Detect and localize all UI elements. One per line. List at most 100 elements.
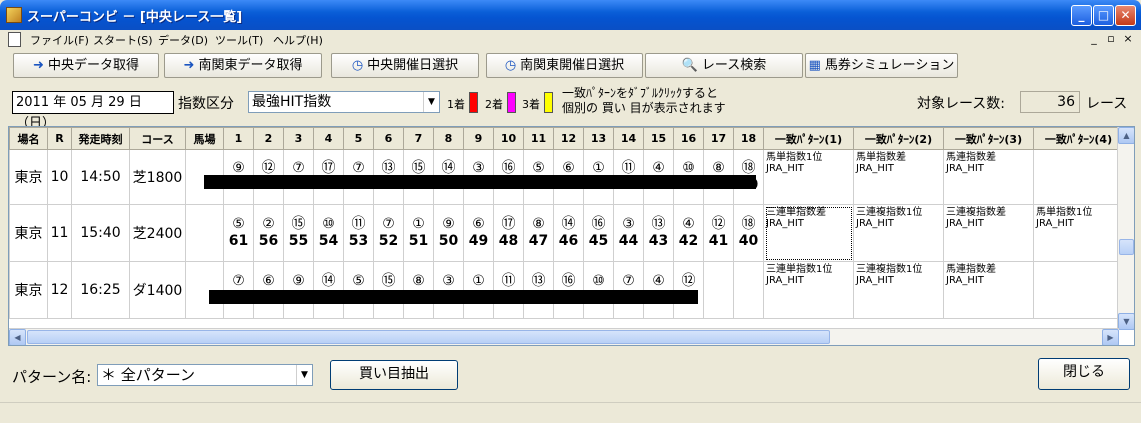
legend-second-swatch bbox=[507, 92, 516, 113]
horse-score-cell: ④ 42 bbox=[673, 204, 704, 262]
scroll-down-icon[interactable]: ▼ bbox=[1118, 313, 1134, 330]
pattern-name-select[interactable]: ＊ 全パターン ▼ bbox=[97, 364, 313, 386]
pattern-name: 三連複指数1位 bbox=[856, 264, 923, 275]
horizontal-scroll-thumb[interactable] bbox=[27, 330, 830, 344]
match-pattern-cell[interactable]: 馬連指数差 JRA_HIT bbox=[943, 261, 1034, 319]
horse-number: ⑮ bbox=[291, 216, 306, 232]
index-score: 40 bbox=[738, 233, 759, 249]
horse-number: ⑩ bbox=[592, 273, 605, 289]
pattern-name: 馬単指数1位 bbox=[766, 152, 823, 163]
horse-number: ⑨ bbox=[442, 216, 455, 232]
race-search-button[interactable]: 🔍 レース検索 bbox=[645, 53, 803, 78]
pattern-source: JRA_HIT bbox=[766, 218, 804, 229]
race-grid[interactable]: 場名 R 発走時刻 コース 馬場 1 2 3 4 5 6 7 8 9 10 11 12 13 14 15 16 17 18 一… bbox=[8, 126, 1135, 346]
horse-number: ⑥ bbox=[472, 216, 485, 232]
maximize-button[interactable]: □ bbox=[1093, 5, 1114, 26]
horse-score-cell bbox=[733, 261, 764, 319]
horse-score-cell: ⑱40 bbox=[733, 204, 764, 262]
status-bar bbox=[0, 402, 1141, 423]
extract-bets-button[interactable]: 買い目抽出 bbox=[330, 360, 458, 390]
pattern-name: 馬連指数差 bbox=[946, 264, 996, 275]
redaction-bar bbox=[209, 290, 698, 304]
horse-score-cell: ⑩ 54 bbox=[313, 204, 344, 262]
race-count-label: 対象レース数: bbox=[917, 96, 1006, 112]
horse-score-cell: ⑭ 46 bbox=[553, 204, 584, 262]
south-kanto-data-fetch-button[interactable]: ➜ 南関東データ取得 bbox=[164, 53, 322, 78]
menu-data[interactable]: データ(D) bbox=[158, 32, 208, 48]
menu-tools[interactable]: ツール(T) bbox=[215, 32, 263, 48]
race-count-value: 36 bbox=[1020, 91, 1080, 113]
match-pattern-cell[interactable]: 三連複指数差 JRA_HIT bbox=[943, 204, 1034, 262]
menu-file[interactable]: ファイル(F) bbox=[30, 32, 89, 48]
match-pattern-cell[interactable]: 馬単指数1位 JRA_HIT bbox=[763, 149, 854, 205]
race-row[interactable]: 東京 11 15:40 芝2400 ⑤ 61 ② 56 ⑮ 55 ⑩ 54 ⑪ 53 ⑦ 52 ① 51 ⑨ 50 ⑥ 4… bbox=[9, 204, 1124, 262]
close-window-button[interactable]: ✕ bbox=[1115, 5, 1136, 26]
button-label: 中央開催日選択 bbox=[367, 58, 459, 73]
title-bar: スーパーコンビ － [中央レース一覧] _ □ ✕ bbox=[0, 0, 1141, 30]
match-pattern-cell[interactable] bbox=[1033, 261, 1124, 319]
button-label: 南関東データ取得 bbox=[198, 58, 303, 73]
column-header: 一致ﾊﾟﾀｰﾝ(4) bbox=[1033, 127, 1124, 150]
scroll-up-icon[interactable]: ▲ bbox=[1118, 127, 1134, 144]
pattern-source: JRA_HIT bbox=[946, 163, 984, 174]
south-kanto-date-select-button[interactable]: ◷ 南関東開催日選択 bbox=[486, 53, 643, 78]
column-header: 6 bbox=[373, 127, 404, 150]
mdi-close-button[interactable]: × bbox=[1121, 32, 1135, 45]
match-pattern-cell[interactable] bbox=[1033, 149, 1124, 205]
chevron-down-icon[interactable]: ▼ bbox=[423, 92, 439, 112]
mdi-minimize-button[interactable]: _ bbox=[1087, 32, 1101, 45]
column-header: 18 bbox=[733, 127, 764, 150]
match-pattern-cell[interactable]: 三連単指数差 JRA_HIT bbox=[763, 204, 854, 262]
index-score: 55 bbox=[288, 233, 309, 249]
scroll-right-icon[interactable]: ▶ bbox=[1102, 329, 1119, 345]
course-cell: ダ1400 bbox=[129, 261, 186, 319]
index-type-select[interactable]: 最強HIT指数 ▼ bbox=[248, 91, 440, 113]
horse-score-cell: ⑥ 49 bbox=[463, 204, 494, 262]
vertical-scroll-thumb[interactable] bbox=[1119, 239, 1134, 255]
menu-help[interactable]: ヘルプ(H) bbox=[273, 32, 323, 48]
match-pattern-cell[interactable]: 三連単指数1位 JRA_HIT bbox=[763, 261, 854, 319]
date-field[interactable]: 2011 年 05 月 29 日（日） bbox=[12, 91, 174, 131]
match-pattern-cell[interactable]: 馬単指数差 JRA_HIT bbox=[853, 149, 944, 205]
match-pattern-cell[interactable]: 馬単指数1位 JRA_HIT bbox=[1033, 204, 1124, 262]
horse-number: ④ bbox=[682, 216, 695, 232]
horse-number: ⑫ bbox=[711, 216, 726, 232]
header-row: 場名 R 発走時刻 コース 馬場 1 2 3 4 5 6 7 8 9 10 11 12 13 14 15 16 17 18 一… bbox=[9, 127, 1124, 150]
redaction-bar bbox=[204, 175, 756, 189]
chevron-down-icon[interactable]: ▼ bbox=[296, 365, 312, 385]
column-header: 9 bbox=[463, 127, 494, 150]
central-date-select-button[interactable]: ◷ 中央開催日選択 bbox=[331, 53, 479, 78]
pattern-name: 三連単指数差 bbox=[766, 207, 826, 218]
match-pattern-cell[interactable]: 馬連指数差 JRA_HIT bbox=[943, 149, 1034, 205]
pattern-source: JRA_HIT bbox=[946, 218, 984, 229]
legend-second-label: 2着 bbox=[485, 98, 503, 111]
menu-start[interactable]: スタート(S) bbox=[93, 32, 153, 48]
start-time-cell: 16:25 bbox=[71, 261, 130, 319]
vertical-scrollbar[interactable]: ▲ ▼ bbox=[1117, 127, 1134, 330]
race-count-unit: レース bbox=[1086, 96, 1128, 112]
horse-number: ③ bbox=[442, 273, 455, 289]
horse-number: ② bbox=[262, 216, 275, 232]
pattern-name-label: パターン名: bbox=[12, 368, 92, 386]
index-score: 42 bbox=[678, 233, 699, 249]
horse-number: ⑫ bbox=[681, 273, 696, 289]
legend-first-swatch bbox=[469, 92, 478, 113]
minimize-button[interactable]: _ bbox=[1071, 5, 1092, 26]
venue-cell: 東京 bbox=[9, 261, 48, 319]
scroll-left-icon[interactable]: ◀ bbox=[9, 329, 26, 345]
legend-third-label: 3着 bbox=[522, 98, 540, 111]
horizontal-scrollbar[interactable]: ◀ ▶ bbox=[9, 328, 1119, 345]
match-pattern-cell[interactable]: 三連複指数1位 JRA_HIT bbox=[853, 204, 944, 262]
button-label: 中央データ取得 bbox=[47, 58, 139, 73]
match-pattern-cell[interactable]: 三連複指数1位 JRA_HIT bbox=[853, 261, 944, 319]
button-label: 馬券シミュレーション bbox=[824, 58, 955, 73]
close-button[interactable]: 閉じる bbox=[1038, 358, 1130, 390]
pattern-name: 三連単指数1位 bbox=[766, 264, 833, 275]
mdi-restore-button[interactable]: ▫ bbox=[1104, 32, 1118, 45]
index-score: 61 bbox=[228, 233, 249, 249]
horse-number: ① bbox=[412, 216, 425, 232]
central-data-fetch-button[interactable]: ➜ 中央データ取得 bbox=[13, 53, 159, 78]
betting-simulation-button[interactable]: ▦ 馬券シミュレーション bbox=[805, 53, 958, 78]
horse-score-cell: ⑦ 52 bbox=[373, 204, 404, 262]
column-header: 一致ﾊﾟﾀｰﾝ(1) bbox=[763, 127, 854, 150]
